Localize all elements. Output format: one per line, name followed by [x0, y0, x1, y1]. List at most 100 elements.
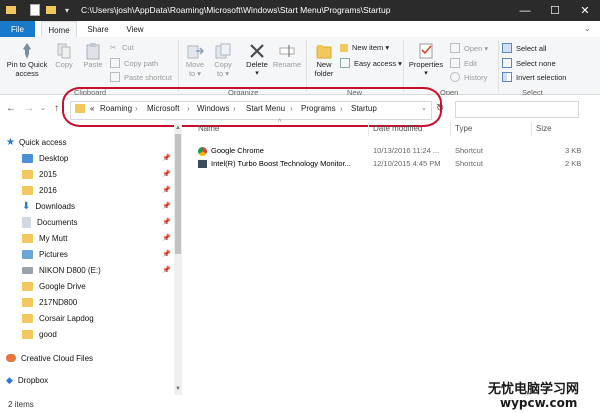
nav-item-2015[interactable]: 2015: [22, 166, 57, 182]
nav-item-corsair-lapdog[interactable]: Corsair Lapdog: [22, 310, 94, 326]
delete-button[interactable]: Delete ▾: [243, 42, 271, 78]
nav-item-pictures[interactable]: Pictures: [22, 246, 68, 262]
rename-button[interactable]: Rename: [272, 42, 302, 69]
move-to-button[interactable]: Move to ▾: [183, 42, 207, 78]
nav-item-google-drive[interactable]: Google Drive: [22, 278, 86, 294]
column-header-type[interactable]: Type: [455, 124, 472, 133]
folder-icon: [22, 313, 33, 323]
column-header-size[interactable]: Size: [536, 124, 552, 133]
expand-ribbon-icon[interactable]: ⌄: [584, 24, 591, 33]
maximize-button[interactable]: ☐: [540, 0, 570, 21]
select-none-icon: [502, 58, 512, 68]
folder-icon[interactable]: [4, 3, 18, 17]
nav-item-217nd800[interactable]: 217ND800: [22, 294, 77, 310]
nav-item-downloads[interactable]: ⬇ Downloads: [22, 198, 75, 214]
properties-dropdown-icon: ▾: [424, 70, 428, 77]
history-button[interactable]: History: [450, 72, 487, 82]
column-divider[interactable]: [531, 122, 532, 136]
pin-icon[interactable]: 📌: [162, 154, 171, 162]
nav-item-label: 2016: [39, 185, 57, 195]
minimize-button[interactable]: —: [510, 0, 540, 21]
table-row[interactable]: Google Chrome 10/13/2016 11:24 ... Short…: [196, 146, 586, 159]
pin-icon[interactable]: 📌: [162, 170, 171, 178]
pin-icon[interactable]: 📌: [162, 186, 171, 194]
delete-x-icon: [250, 44, 264, 58]
nav-item-nikon-drive[interactable]: NIKON D800 (E:): [22, 262, 101, 278]
forward-arrow-icon[interactable]: →: [24, 103, 34, 114]
pin-icon[interactable]: 📌: [162, 234, 171, 242]
folder-icon: [22, 185, 33, 195]
copy-path-label: Copy path: [124, 58, 159, 68]
paste-button[interactable]: Paste: [80, 42, 106, 69]
select-none-button[interactable]: Select none: [502, 58, 556, 68]
select-all-icon: [502, 43, 512, 53]
properties-button[interactable]: Properties ▾: [406, 42, 446, 78]
scroll-up-icon[interactable]: ▲: [175, 125, 181, 131]
cut-button[interactable]: ✂ Cut: [110, 43, 134, 52]
invert-selection-button[interactable]: Invert selection: [502, 72, 566, 82]
new-item-icon: [340, 43, 348, 52]
new-folder-button[interactable]: New folder: [310, 42, 338, 78]
tab-view[interactable]: View: [120, 21, 150, 37]
column-divider[interactable]: [368, 122, 369, 136]
scroll-down-icon[interactable]: ▼: [175, 386, 181, 392]
properties-quick-icon[interactable]: [28, 3, 42, 17]
nav-dropbox[interactable]: ◆ Dropbox: [6, 372, 48, 388]
edit-icon: [450, 58, 460, 68]
search-input[interactable]: [455, 101, 579, 118]
quick-access-label: Quick access: [18, 137, 67, 147]
easy-access-label: Easy access ▾: [354, 58, 402, 68]
new-item-button[interactable]: New item ▾: [340, 43, 389, 52]
edit-button[interactable]: Edit: [450, 58, 477, 68]
nav-item-my-mutt[interactable]: My Mutt: [22, 230, 67, 246]
documents-icon: [22, 216, 31, 228]
easy-access-button[interactable]: Easy access ▾: [340, 58, 402, 68]
easy-access-icon: [340, 58, 350, 68]
copy-button[interactable]: Copy: [52, 42, 76, 69]
delete-label: Delete: [246, 60, 268, 69]
paste-shortcut-button[interactable]: Paste shortcut: [110, 72, 172, 82]
nav-item-label: Corsair Lapdog: [39, 313, 94, 323]
move-to-icon: [187, 45, 204, 59]
nav-item-desktop[interactable]: Desktop: [22, 150, 68, 166]
window-title: C:\Users\josh\AppData\Roaming\Microsoft\…: [81, 5, 391, 15]
pin-icon[interactable]: 📌: [162, 250, 171, 258]
pin-icon[interactable]: 📌: [162, 218, 171, 226]
back-arrow-icon[interactable]: ←: [6, 103, 16, 114]
rename-label: Rename: [272, 60, 302, 69]
tab-share[interactable]: Share: [82, 21, 114, 37]
pin-label-1: Pin to Quick: [6, 60, 48, 69]
folder-icon: [22, 233, 33, 243]
table-row[interactable]: Intel(R) Turbo Boost Technology Monitor.…: [196, 159, 586, 172]
pin-icon[interactable]: 📌: [162, 202, 171, 210]
file-size: 2 KB: [565, 159, 582, 168]
invert-selection-icon: [502, 72, 512, 82]
copy-to-button[interactable]: Copy to ▾: [211, 42, 235, 78]
pin-to-quick-access-button[interactable]: Pin to Quick access: [4, 42, 50, 78]
nav-item-label: Downloads: [35, 201, 75, 211]
recent-locations-icon[interactable]: ⌄: [40, 104, 46, 112]
copy-path-button[interactable]: Copy path: [110, 58, 158, 68]
column-header-name[interactable]: Name: [198, 124, 219, 133]
up-arrow-icon[interactable]: ↑: [54, 103, 59, 114]
nav-creative-cloud[interactable]: Creative Cloud Files: [6, 350, 93, 366]
tab-file[interactable]: File: [0, 21, 35, 37]
customize-quick-access-icon[interactable]: ▾: [60, 3, 74, 17]
file-date: 10/13/2016 11:24 ...: [373, 146, 440, 155]
column-header-date[interactable]: Date modified: [373, 124, 422, 133]
select-all-button[interactable]: Select all: [502, 43, 546, 53]
nav-item-good[interactable]: good: [22, 326, 57, 342]
nav-item-documents[interactable]: Documents: [22, 214, 77, 230]
close-button[interactable]: ✕: [570, 0, 600, 21]
file-date: 12/10/2015 4:45 PM: [373, 159, 441, 168]
nav-item-2016[interactable]: 2016: [22, 182, 57, 198]
nav-quick-access[interactable]: ★ Quick access: [6, 134, 67, 150]
move-to-label-2: to ▾: [188, 69, 202, 78]
nav-item-label: Documents: [37, 217, 78, 227]
nav-scrollbar-thumb[interactable]: [175, 134, 181, 254]
new-folder-quick-icon[interactable]: [44, 3, 58, 17]
edit-label: Edit: [464, 58, 477, 68]
open-button[interactable]: Open ▾: [450, 43, 488, 53]
pin-icon[interactable]: 📌: [162, 266, 171, 274]
column-divider[interactable]: [450, 122, 451, 136]
